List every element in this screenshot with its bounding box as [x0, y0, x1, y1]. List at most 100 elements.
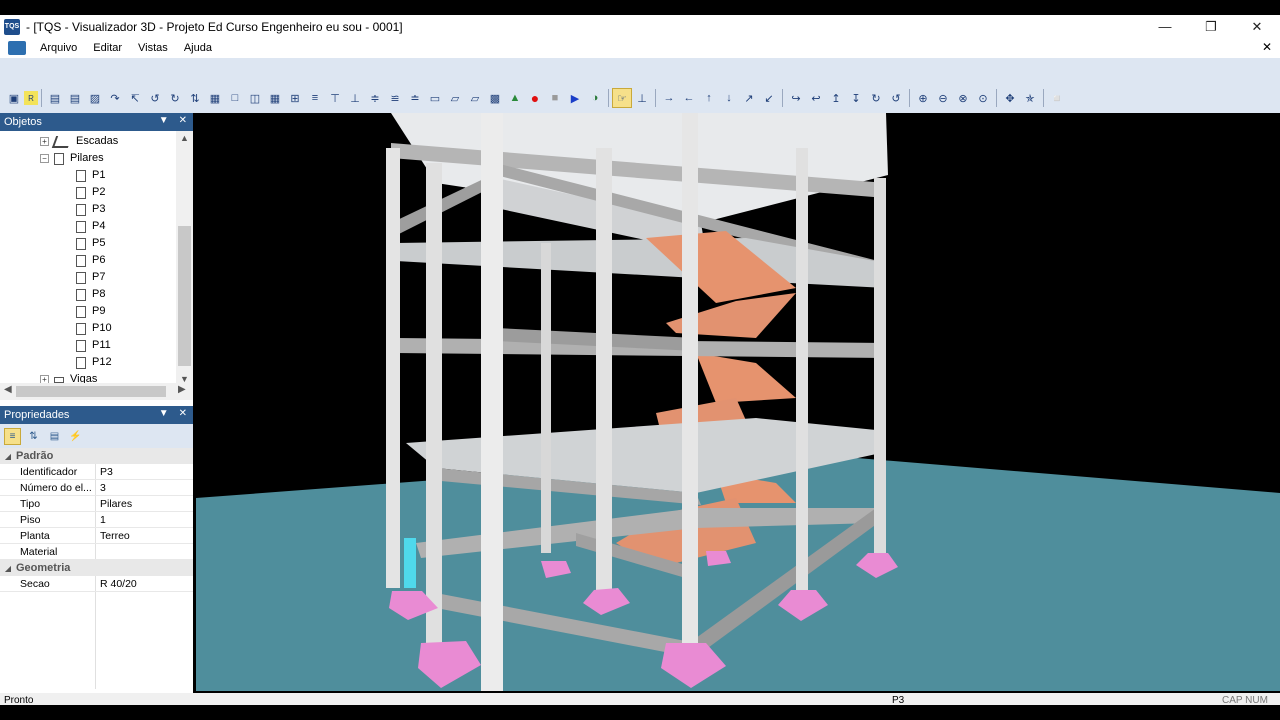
tree-item-p3[interactable]: P3	[76, 201, 105, 218]
property-value[interactable]: 3	[96, 480, 193, 495]
save-icon[interactable]: ▣	[4, 88, 24, 108]
wall-filter-icon[interactable]: ▭	[425, 88, 445, 108]
maximize-button[interactable]: ❐	[1188, 15, 1234, 38]
close-button[interactable]: ✕	[1234, 15, 1280, 38]
property-pages-icon[interactable]: ▤	[46, 428, 63, 445]
slab-filter-icon[interactable]: ≌	[385, 88, 405, 108]
move-up-icon[interactable]: ↑	[699, 88, 719, 108]
record-icon[interactable]: ●	[525, 88, 545, 108]
split-view-icon[interactable]: ◫	[245, 88, 265, 108]
orbit-right-icon[interactable]: ↪	[786, 88, 806, 108]
column[interactable]	[596, 148, 612, 598]
column-filter-icon[interactable]: ⊤	[325, 88, 345, 108]
view-back-icon[interactable]: ▤	[65, 88, 85, 108]
category-padrao[interactable]: ◢ Padrão	[0, 448, 193, 464]
document-icon[interactable]	[8, 41, 26, 55]
tree-item-p4[interactable]: P4	[76, 218, 105, 235]
view-iso-4-icon[interactable]: ↻	[165, 88, 185, 108]
material-icon[interactable]: ▲	[505, 88, 525, 108]
propriedades-close-icon[interactable]: ✕	[179, 408, 187, 419]
pan-icon[interactable]: ✥	[1000, 88, 1020, 108]
cube-icon[interactable]: ▩	[485, 88, 505, 108]
walk-icon[interactable]: ✯	[1020, 88, 1040, 108]
tree-horizontal-scrollbar[interactable]: ◀ ▶	[0, 383, 193, 400]
view-iso-3-icon[interactable]: ↺	[145, 88, 165, 108]
view-front-icon[interactable]: ▤	[45, 88, 65, 108]
tree-item-escadas[interactable]: + Escadas	[40, 133, 118, 150]
play-icon[interactable]: ▶	[565, 88, 585, 108]
menu-editar[interactable]: Editar	[85, 42, 130, 54]
tree-item-p9[interactable]: P9	[76, 303, 105, 320]
minimize-button[interactable]: —	[1142, 15, 1188, 38]
property-value[interactable]	[96, 544, 193, 559]
roll-ccw-icon[interactable]: ↺	[886, 88, 906, 108]
tree-item-p12[interactable]: P12	[76, 354, 112, 371]
scroll-thumb[interactable]	[178, 226, 191, 366]
property-row[interactable]: Planta Terreo	[0, 528, 193, 544]
scroll-up-icon[interactable]: ▲	[180, 133, 189, 143]
property-value[interactable]: Pilares	[96, 496, 193, 511]
roll-cw-icon[interactable]: ↻	[866, 88, 886, 108]
globe-icon[interactable]: ◑	[585, 88, 605, 108]
layers-icon[interactable]: ≡	[305, 88, 325, 108]
sort-az-icon[interactable]: ⇅	[25, 428, 42, 445]
property-row[interactable]: Secao R 40/20	[0, 576, 193, 592]
categorized-icon[interactable]: ≡	[4, 427, 21, 445]
orbit-down-icon[interactable]: ↧	[846, 88, 866, 108]
tree-item-p6[interactable]: P6	[76, 252, 105, 269]
zoom-in-icon[interactable]: ⊕	[913, 88, 933, 108]
scroll-right-icon[interactable]: ▶	[178, 384, 186, 395]
column[interactable]	[426, 163, 442, 663]
rotate-down-icon[interactable]: ↙	[759, 88, 779, 108]
property-row[interactable]: Identificador P3	[0, 464, 193, 480]
stair-filter-icon[interactable]: ≑	[365, 88, 385, 108]
column[interactable]	[481, 113, 503, 691]
tree-vertical-scrollbar[interactable]: ▲ ▼	[176, 131, 193, 386]
property-row[interactable]: Piso 1	[0, 512, 193, 528]
tree-item-p11[interactable]: P11	[76, 337, 111, 354]
render-icon[interactable]: R	[24, 91, 38, 105]
objetos-close-icon[interactable]: ✕	[179, 115, 187, 126]
column[interactable]	[874, 178, 886, 558]
property-row[interactable]: Tipo Pilares	[0, 496, 193, 512]
column[interactable]	[682, 113, 698, 658]
view-iso-2-icon[interactable]: ↸	[125, 88, 145, 108]
tree-item-p8[interactable]: P8	[76, 286, 105, 303]
property-row[interactable]: Número do el... 3	[0, 480, 193, 496]
zoom-extents-icon[interactable]: ⊙	[973, 88, 993, 108]
quad-view-icon[interactable]: ⊞	[285, 88, 305, 108]
tree-item-pilares[interactable]: − Pilares	[40, 150, 104, 167]
move-down-icon[interactable]: ↓	[719, 88, 739, 108]
select-tool-icon[interactable]: ☞	[612, 88, 632, 108]
zoom-window-icon[interactable]: ⊗	[953, 88, 973, 108]
property-value[interactable]: P3	[96, 464, 193, 479]
column[interactable]	[386, 148, 400, 588]
collapse-arrow-icon[interactable]: ◢	[0, 452, 16, 461]
propriedades-dropdown-icon[interactable]: ▼	[159, 408, 169, 419]
grid-view-icon[interactable]: ▦	[265, 88, 285, 108]
scroll-left-icon[interactable]: ◀	[4, 384, 12, 395]
objetos-dropdown-icon[interactable]: ▼	[159, 115, 169, 126]
orbit-left-icon[interactable]: ↩	[806, 88, 826, 108]
window-icon[interactable]: □	[225, 88, 245, 108]
collapse-arrow-icon[interactable]: ◢	[0, 564, 16, 573]
tree-item-p10[interactable]: P10	[76, 320, 112, 337]
column[interactable]	[541, 243, 551, 553]
menu-ajuda[interactable]: Ajuda	[176, 42, 220, 54]
property-value[interactable]: Terreo	[96, 528, 193, 543]
3d-viewport[interactable]	[196, 113, 1280, 691]
scroll-thumb[interactable]	[16, 386, 166, 397]
menu-arquivo[interactable]: Arquivo	[32, 42, 85, 54]
view-iso-1-icon[interactable]: ↷	[105, 88, 125, 108]
menu-vistas[interactable]: Vistas	[130, 42, 176, 54]
wireframe-icon[interactable]: ▱	[465, 88, 485, 108]
beam-filter-icon[interactable]: ⊥	[345, 88, 365, 108]
tree-item-p7[interactable]: P7	[76, 269, 105, 286]
view-top-icon[interactable]: ▨	[85, 88, 105, 108]
property-value[interactable]: 1	[96, 512, 193, 527]
move-left-icon[interactable]: ←	[679, 88, 699, 108]
tree-item-p1[interactable]: P1	[76, 167, 105, 184]
property-row[interactable]: Material	[0, 544, 193, 560]
foundation-filter-icon[interactable]: ≐	[405, 88, 425, 108]
rotate-up-icon[interactable]: ↗	[739, 88, 759, 108]
